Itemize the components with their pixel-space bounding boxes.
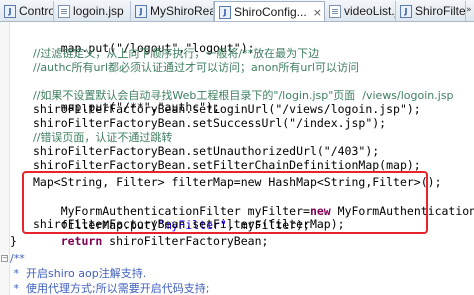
close-tab-icon[interactable]: × — [313, 6, 322, 19]
tab-label: Controll... — [19, 4, 53, 18]
code-comment: //authc所有url都必须认证通过才可以访问；anon所有url可以访问 — [33, 61, 359, 74]
tab-myshirorealm[interactable]: J MyShiroRealm... — [131, 1, 214, 21]
code-comment: //过滤链定义，从上向下顺序执行，一般将/**放在最为下边 — [33, 47, 320, 60]
java-file-icon: J — [400, 4, 412, 18]
tab-label: ShiroConfig... — [234, 5, 307, 19]
code-javadoc: * 使用代理方式;所以需要开启代码支持; — [10, 282, 210, 295]
jsp-file-icon — [58, 4, 70, 18]
code-line: shiroFilterFactoryBean.setUnauthorizedUr… — [33, 144, 380, 158]
code-javadoc: /** — [10, 252, 25, 265]
java-file-icon: J — [4, 4, 16, 18]
java-file-icon: J — [219, 5, 231, 19]
jsp-file-icon — [329, 4, 341, 18]
tab-videolist-jsp[interactable]: videoList.jsp — [325, 1, 396, 21]
code-comment: //如果不设置默认会自动寻找Web工程根目录下的"/login.jsp"页面 /… — [33, 89, 454, 102]
tab-label: MyShiroRealm... — [150, 4, 213, 18]
code-line: } — [10, 234, 17, 248]
code-line: return shiroFilterFactoryBean; — [60, 234, 269, 248]
code-comment: //错误页面，认证不通过跳转 — [33, 131, 173, 144]
code-editor[interactable]: map.put("/logout","logout"); //过滤链定义，从上向… — [0, 22, 474, 295]
tab-label: logoin.jsp — [73, 4, 124, 18]
java-file-icon: J — [135, 4, 147, 18]
code-line: shiroFilterFactoryBean.setSuccessUrl("/i… — [33, 116, 387, 130]
code-javadoc: * 开启shiro aop注解支持. — [10, 267, 147, 280]
tab-label: ShiroFilterF... — [415, 4, 466, 18]
code-line: map.put("/logout","logout"); — [60, 41, 255, 55]
tab-label: videoList.jsp — [344, 4, 395, 18]
tab-controller[interactable]: J Controll... — [0, 1, 54, 21]
fold-collapse-icon[interactable]: − — [1, 255, 8, 262]
code-line: shiroFilterFactoryBean.setLoginUrl("/vie… — [33, 102, 421, 116]
tab-logoin-jsp[interactable]: logoin.jsp — [54, 1, 131, 21]
tab-shirofilterfactory[interactable]: J ShiroFilterF... — [396, 1, 466, 21]
tab-shiroconfig[interactable]: J ShiroConfig... × — [214, 1, 325, 21]
editor-tab-bar: J Controll... logoin.jsp J MyShiroRealm.… — [0, 0, 474, 22]
tab-overflow-icon[interactable]: » — [466, 5, 472, 15]
